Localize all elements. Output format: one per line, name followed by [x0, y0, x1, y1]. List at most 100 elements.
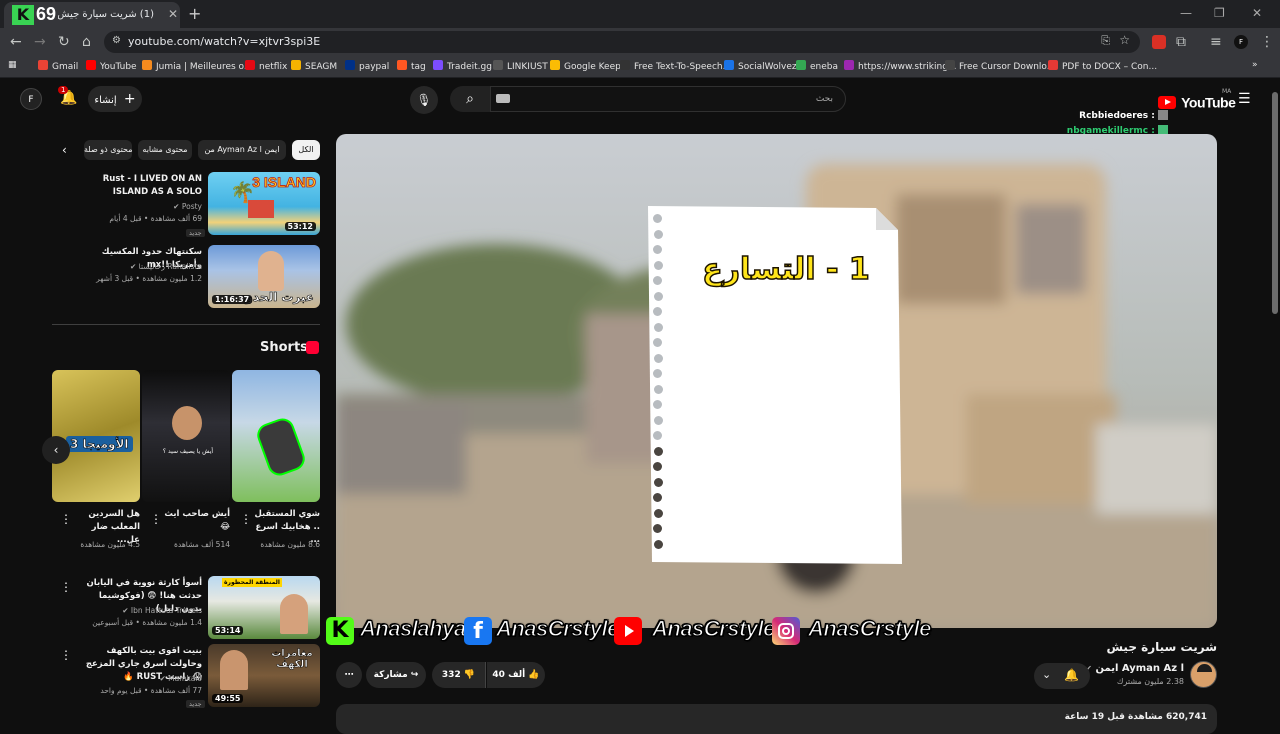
chip-similar[interactable]: محتوى مشابه: [138, 140, 192, 160]
bookmark-item[interactable]: eneba: [796, 60, 838, 72]
plus-icon: +: [123, 91, 136, 107]
kick-logo-icon: K: [12, 5, 34, 25]
short-thumbnail[interactable]: [232, 370, 320, 502]
more-bookmarks-icon[interactable]: »: [1252, 60, 1258, 70]
share-button[interactable]: مشاركة ↪: [366, 662, 426, 688]
bookmark-item[interactable]: Free Text-To-Speech...: [620, 60, 731, 72]
reload-icon[interactable]: ↻: [58, 34, 70, 50]
short-more-icon[interactable]: ⋮: [150, 512, 162, 526]
bookmark-item[interactable]: Gmail: [38, 60, 78, 72]
search-icon: ⌕: [466, 91, 474, 107]
chip-all[interactable]: الكل: [292, 140, 320, 160]
share-label: مشاركة: [373, 670, 408, 680]
bookmark-item[interactable]: SEAGM: [291, 60, 337, 72]
voice-search-mic-icon[interactable]: 🎙: [410, 86, 438, 114]
home-icon[interactable]: ⌂: [82, 34, 91, 50]
site-info-icon[interactable]: ⚙: [112, 35, 121, 46]
menu-hamburger-icon[interactable]: ☰: [1238, 91, 1251, 107]
short-person-shape: [172, 406, 202, 440]
bookmark-item[interactable]: Tradeit.gg: [433, 60, 492, 72]
account-avatar[interactable]: F: [20, 88, 42, 110]
subscription-bell-button[interactable]: ⌄ 🔔: [1034, 663, 1090, 689]
profile-avatar[interactable]: F: [1234, 35, 1248, 49]
bookmark-label: Google Keep: [564, 62, 621, 72]
kick-handle: Anaslahya: [359, 615, 466, 641]
related-video-thumbnail[interactable]: المنطقة المحظورة 53:14: [208, 576, 320, 639]
short-more-icon[interactable]: ⋮: [240, 512, 252, 526]
more-actions-icon[interactable]: ⋯: [336, 662, 362, 688]
related-video-meta: 69 ألف مشاهدة • قبل 4 أيام: [109, 214, 202, 223]
chrome-menu-icon[interactable]: ⋮: [1260, 34, 1274, 50]
more-actions-icon[interactable]: ⋮: [60, 648, 72, 662]
extension-icon[interactable]: [1152, 35, 1166, 49]
search-input[interactable]: بحث: [490, 86, 846, 112]
bookmark-item[interactable]: Google Keep: [550, 60, 621, 72]
bookmark-item[interactable]: Free Cursor Downlo...: [945, 60, 1055, 72]
related-channel-name: Rahalista رحاليستا ✔: [76, 261, 202, 273]
apps-grid-icon[interactable]: ▦: [8, 60, 17, 70]
short-thumbnail[interactable]: الأوميجا 3: [52, 370, 140, 502]
forward-icon[interactable]: →: [34, 34, 46, 50]
url-text: youtube.com/watch?v=xjtvr3spi3E: [128, 35, 321, 48]
chip-from-channel[interactable]: من Ayman Az l ايمن: [198, 140, 286, 160]
bookmark-item[interactable]: PDF to DOCX – Con...: [1048, 60, 1157, 72]
bookmark-favicon-icon: [945, 60, 955, 70]
new-tab-icon[interactable]: +: [188, 4, 201, 23]
bookmark-item[interactable]: netflix: [245, 60, 287, 72]
channel-avatar[interactable]: [1190, 661, 1217, 688]
extensions-puzzle-icon[interactable]: ⧉: [1176, 34, 1186, 50]
bookmark-favicon-icon: [397, 60, 407, 70]
bookmark-item[interactable]: SocialWolvez: [724, 60, 797, 72]
close-window-icon[interactable]: ✕: [1252, 6, 1262, 20]
shorts-heading: Shorts: [260, 340, 308, 355]
dislike-button[interactable]: 332 👎: [432, 662, 486, 688]
thumbs-up-icon: 👍: [528, 670, 540, 680]
related-channel-name: Ibn Hattuta Travels ✔: [76, 605, 202, 617]
notebook-hole: [653, 493, 662, 502]
restore-icon[interactable]: ❐: [1214, 6, 1225, 20]
related-video-title[interactable]: Rust - I LIVED ON AN ISLAND AS A SOLO: [76, 173, 202, 199]
bookmark-star-icon[interactable]: ☆: [1119, 33, 1130, 47]
channel-name-text: Mamkalo: [168, 674, 202, 683]
keyboard-icon[interactable]: [496, 94, 510, 103]
omnibox[interactable]: ⚙ youtube.com/watch?v=xjtvr3spi3E ⎘ ☆: [104, 31, 1140, 53]
channel-name-text: Posty: [181, 202, 202, 211]
chips-prev-chevron-icon[interactable]: ‹: [62, 143, 67, 157]
minimize-icon[interactable]: —: [1180, 6, 1192, 20]
more-actions-icon[interactable]: ⋮: [60, 580, 72, 594]
browser-tab[interactable]: K 69 (1) شريت سيارة جيش - YouTube ✕: [4, 2, 180, 28]
dislike-count: 332: [441, 670, 461, 680]
bookmark-item[interactable]: YouTube: [86, 60, 137, 72]
shorts-prev-chevron-icon[interactable]: ‹: [42, 436, 70, 464]
bookmark-label: Tradeit.gg: [447, 62, 492, 72]
facebook-icon: f: [464, 617, 492, 645]
short-thumbnail[interactable]: أيش يا يصيف سيد ؟: [142, 370, 230, 502]
notebook-hole: [654, 322, 663, 332]
short-title[interactable]: أيش صاحب ايث 😂: [156, 508, 230, 534]
bookmark-item[interactable]: paypal: [345, 60, 389, 72]
youtube-wordmark: YouTube: [1181, 94, 1236, 111]
create-button[interactable]: إنشاء +: [88, 86, 142, 112]
install-icon[interactable]: ⎘: [1101, 34, 1110, 48]
search-button[interactable]: ⌕: [450, 86, 490, 112]
related-video-thumbnail[interactable]: 3 ISLAND 🌴 53:12: [208, 172, 320, 235]
bookmark-item[interactable]: tag: [397, 60, 426, 72]
bookmark-item[interactable]: LINKIUST: [493, 60, 548, 72]
chip-related-content[interactable]: محتوى ذو صلة: [84, 140, 132, 160]
description-box[interactable]: 620,741 مشاهدة قبل 19 ساعة: [336, 704, 1217, 734]
bookmark-item[interactable]: https://www.striking...: [844, 60, 957, 72]
short-thumbnail-text: الأوميجا 3: [66, 436, 133, 452]
like-button[interactable]: 40 ألف 👍: [487, 662, 545, 688]
tab-close-icon[interactable]: ✕: [168, 7, 178, 21]
related-video-thumbnail[interactable]: مغامرات الكهف 49:55: [208, 644, 320, 707]
bookmark-label: YouTube: [100, 62, 137, 72]
bookmark-item[interactable]: Jumia | Meilleures o...: [142, 60, 252, 72]
media-control-icon[interactable]: ≡: [1210, 34, 1222, 50]
video-frame: [336, 134, 1217, 628]
back-icon[interactable]: ←: [10, 34, 22, 50]
video-player[interactable]: 1 - التسارع: [336, 134, 1217, 628]
scrollbar-thumb[interactable]: [1272, 92, 1278, 314]
palm-tree-icon: 🌴: [230, 180, 255, 204]
related-video-thumbnail[interactable]: عبرت الحدود 1:16:37: [208, 245, 320, 308]
short-more-icon[interactable]: ⋮: [60, 512, 72, 526]
